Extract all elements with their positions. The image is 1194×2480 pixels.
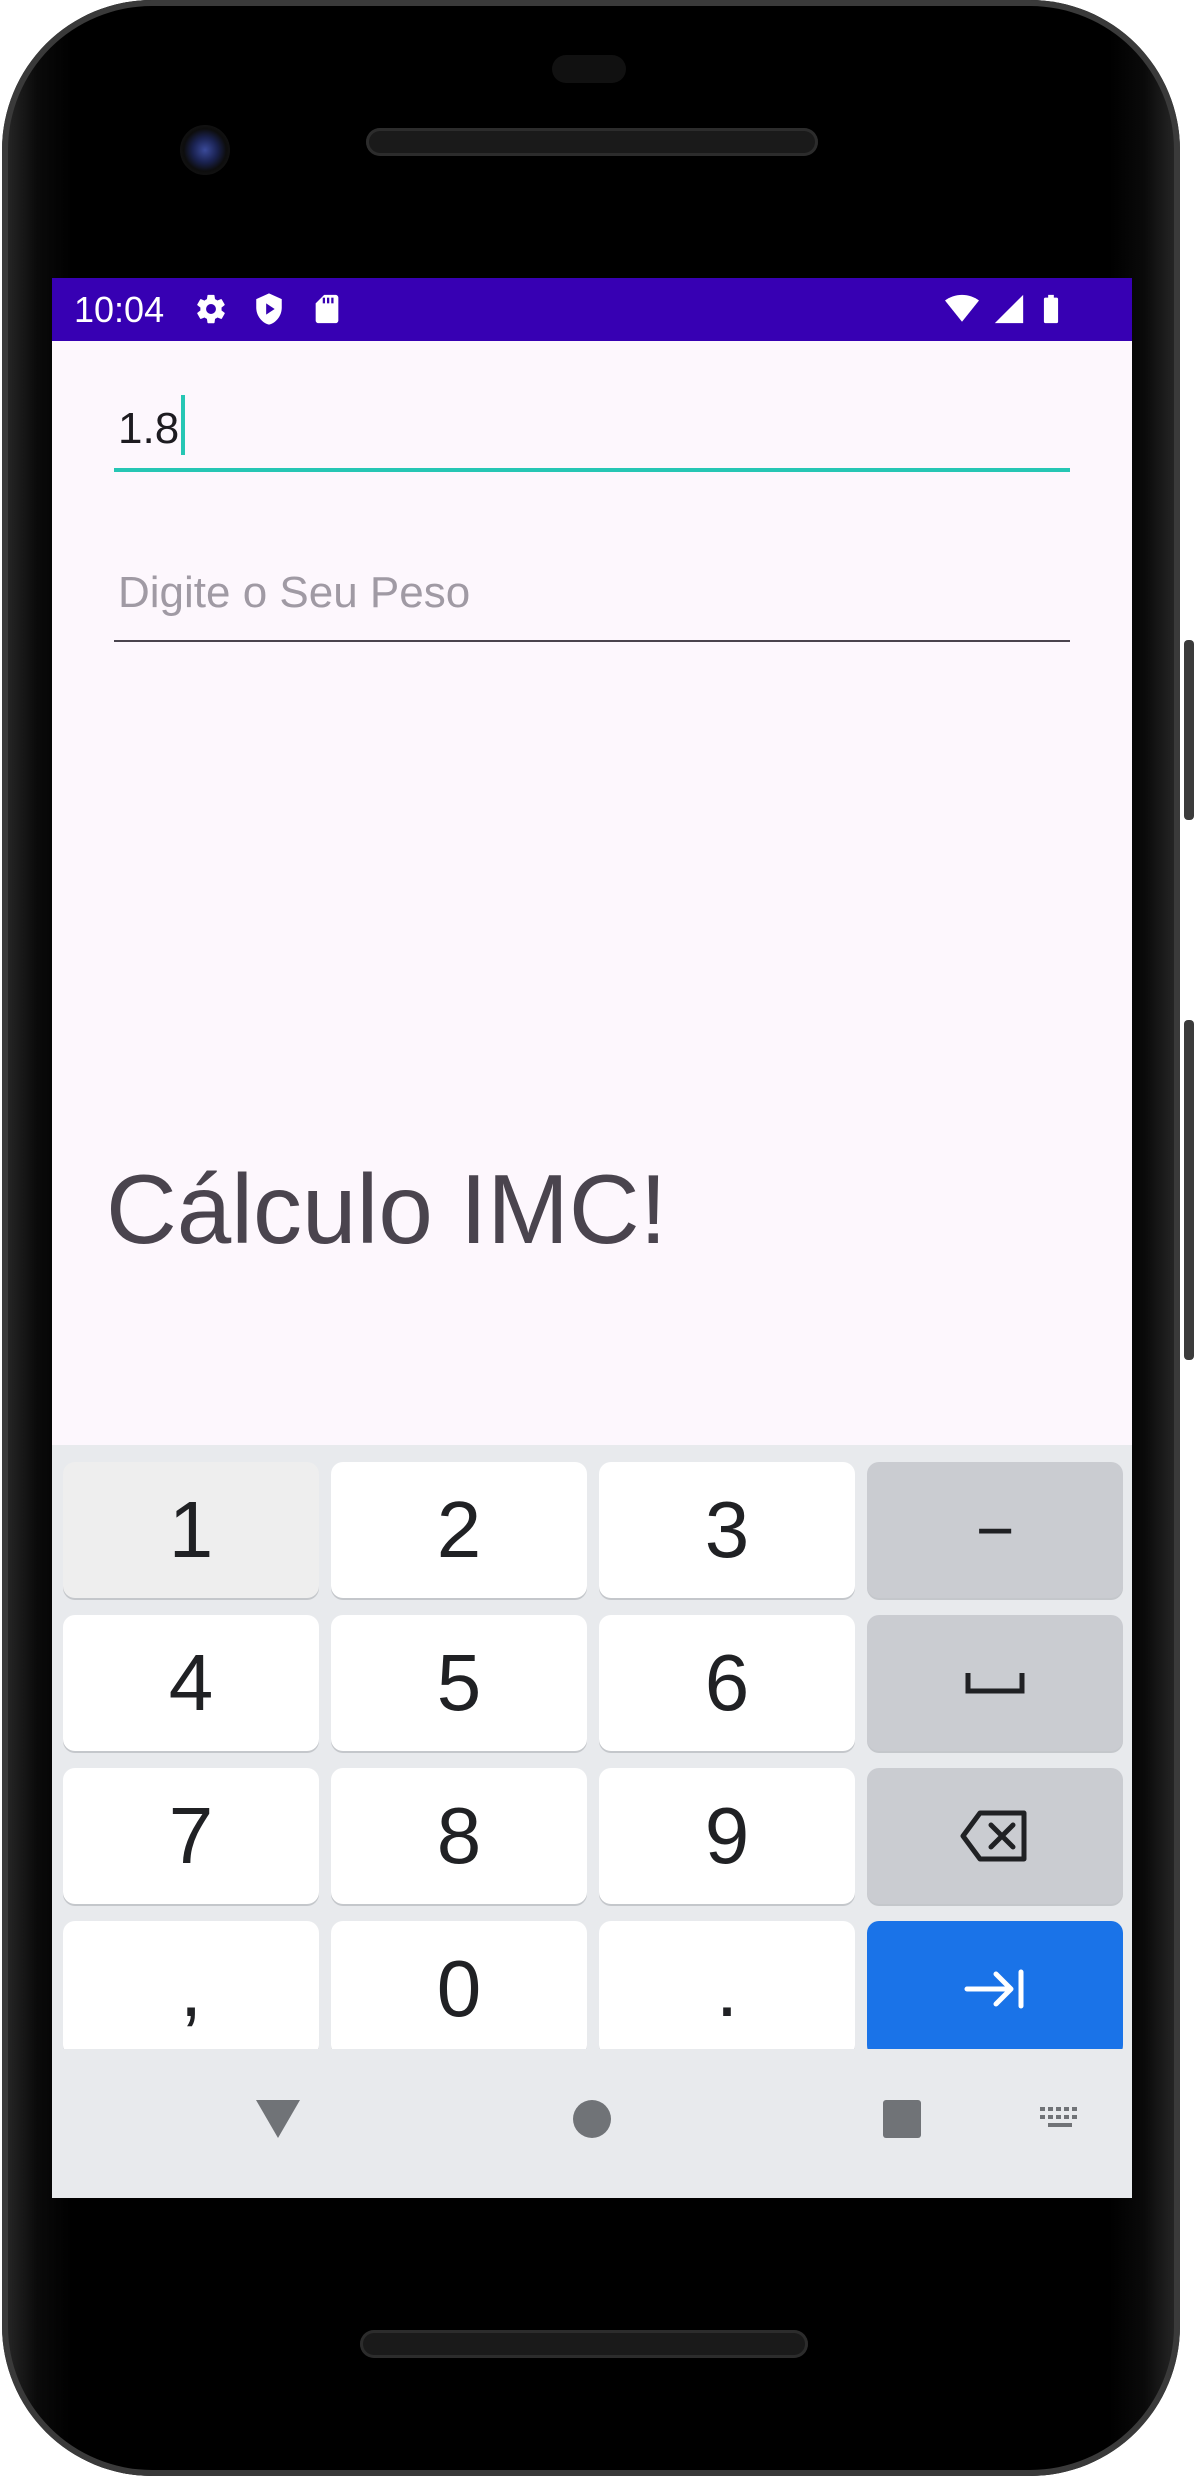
key-next[interactable] bbox=[867, 1921, 1123, 2057]
shield-play-icon bbox=[256, 293, 282, 325]
key-1-label: 1 bbox=[168, 1485, 214, 1574]
sd-card-icon bbox=[315, 294, 339, 324]
settings-icon bbox=[197, 294, 225, 324]
power-button bbox=[1184, 640, 1194, 820]
key-9-label: 9 bbox=[704, 1791, 750, 1880]
key-space[interactable] bbox=[867, 1615, 1123, 1751]
height-field-value: 1.8 bbox=[118, 404, 180, 453]
recents-icon[interactable] bbox=[882, 2099, 922, 2139]
key-4[interactable]: 4 bbox=[63, 1615, 319, 1751]
height-field[interactable]: 1.8 bbox=[114, 381, 1070, 472]
key-7[interactable]: 7 bbox=[63, 1768, 319, 1904]
minus-icon: − bbox=[975, 1493, 1015, 1567]
weight-field-placeholder: Digite o Seu Peso bbox=[118, 568, 471, 617]
key-5-label: 5 bbox=[436, 1638, 482, 1727]
height-field-underline bbox=[114, 468, 1070, 472]
weight-field[interactable]: Digite o Seu Peso bbox=[114, 551, 1070, 643]
page-title: Cálculo IMC! bbox=[106, 1154, 667, 1264]
key-comma-label: , bbox=[179, 1944, 203, 2033]
status-bar: 10:04 bbox=[52, 278, 1132, 341]
numeric-keyboard: 1 2 3 − 4 5 6 7 8 9 , 0 . bbox=[52, 1445, 1132, 2057]
weight-field-underline bbox=[114, 640, 1070, 642]
key-6[interactable]: 6 bbox=[599, 1615, 855, 1751]
bottom-speaker bbox=[360, 2330, 808, 2358]
key-8-label: 8 bbox=[436, 1791, 482, 1880]
home-icon[interactable] bbox=[572, 2099, 612, 2139]
top-speaker bbox=[366, 128, 818, 156]
key-backspace[interactable] bbox=[867, 1768, 1123, 1904]
key-2-label: 2 bbox=[436, 1485, 482, 1574]
volume-rocker bbox=[1184, 1020, 1194, 1360]
key-period-label: . bbox=[715, 1944, 739, 2033]
key-3-label: 3 bbox=[704, 1485, 750, 1574]
key-7-label: 7 bbox=[168, 1791, 214, 1880]
screen: 10:04 1.8 Digite o Seu Peso Cálculo IMC!… bbox=[52, 278, 1132, 2198]
key-4-label: 4 bbox=[168, 1638, 214, 1727]
cell-signal-icon bbox=[994, 294, 1024, 324]
key-6-label: 6 bbox=[704, 1638, 750, 1727]
navigation-bar bbox=[52, 2049, 1132, 2198]
back-icon[interactable] bbox=[254, 2098, 302, 2140]
key-3[interactable]: 3 bbox=[599, 1462, 855, 1598]
app-content: 1.8 Digite o Seu Peso Cálculo IMC! bbox=[52, 341, 1132, 1445]
proximity-sensor bbox=[552, 55, 626, 83]
wifi-icon bbox=[945, 294, 979, 322]
key-minus[interactable]: − bbox=[867, 1462, 1123, 1598]
key-comma[interactable]: , bbox=[63, 1921, 319, 2057]
key-0[interactable]: 0 bbox=[331, 1921, 587, 2057]
battery-icon bbox=[1043, 294, 1059, 324]
key-1[interactable]: 1 bbox=[63, 1462, 319, 1598]
key-period[interactable]: . bbox=[599, 1921, 855, 2057]
height-field-value-wrap: 1.8 bbox=[118, 395, 186, 457]
status-time: 10:04 bbox=[74, 289, 165, 330]
key-5[interactable]: 5 bbox=[331, 1615, 587, 1751]
keyboard-switch-icon[interactable] bbox=[1038, 2105, 1084, 2133]
key-8[interactable]: 8 bbox=[331, 1768, 587, 1904]
key-2[interactable]: 2 bbox=[331, 1462, 587, 1598]
front-camera-icon bbox=[180, 125, 230, 175]
key-9[interactable]: 9 bbox=[599, 1768, 855, 1904]
backspace-icon bbox=[960, 1810, 1027, 1862]
text-cursor bbox=[181, 395, 186, 455]
device-frame: 10:04 1.8 Digite o Seu Peso Cálculo IMC!… bbox=[0, 0, 1194, 2480]
key-0-label: 0 bbox=[436, 1944, 482, 2033]
next-tab-icon bbox=[964, 1969, 1024, 2009]
space-icon bbox=[965, 1673, 1025, 1694]
